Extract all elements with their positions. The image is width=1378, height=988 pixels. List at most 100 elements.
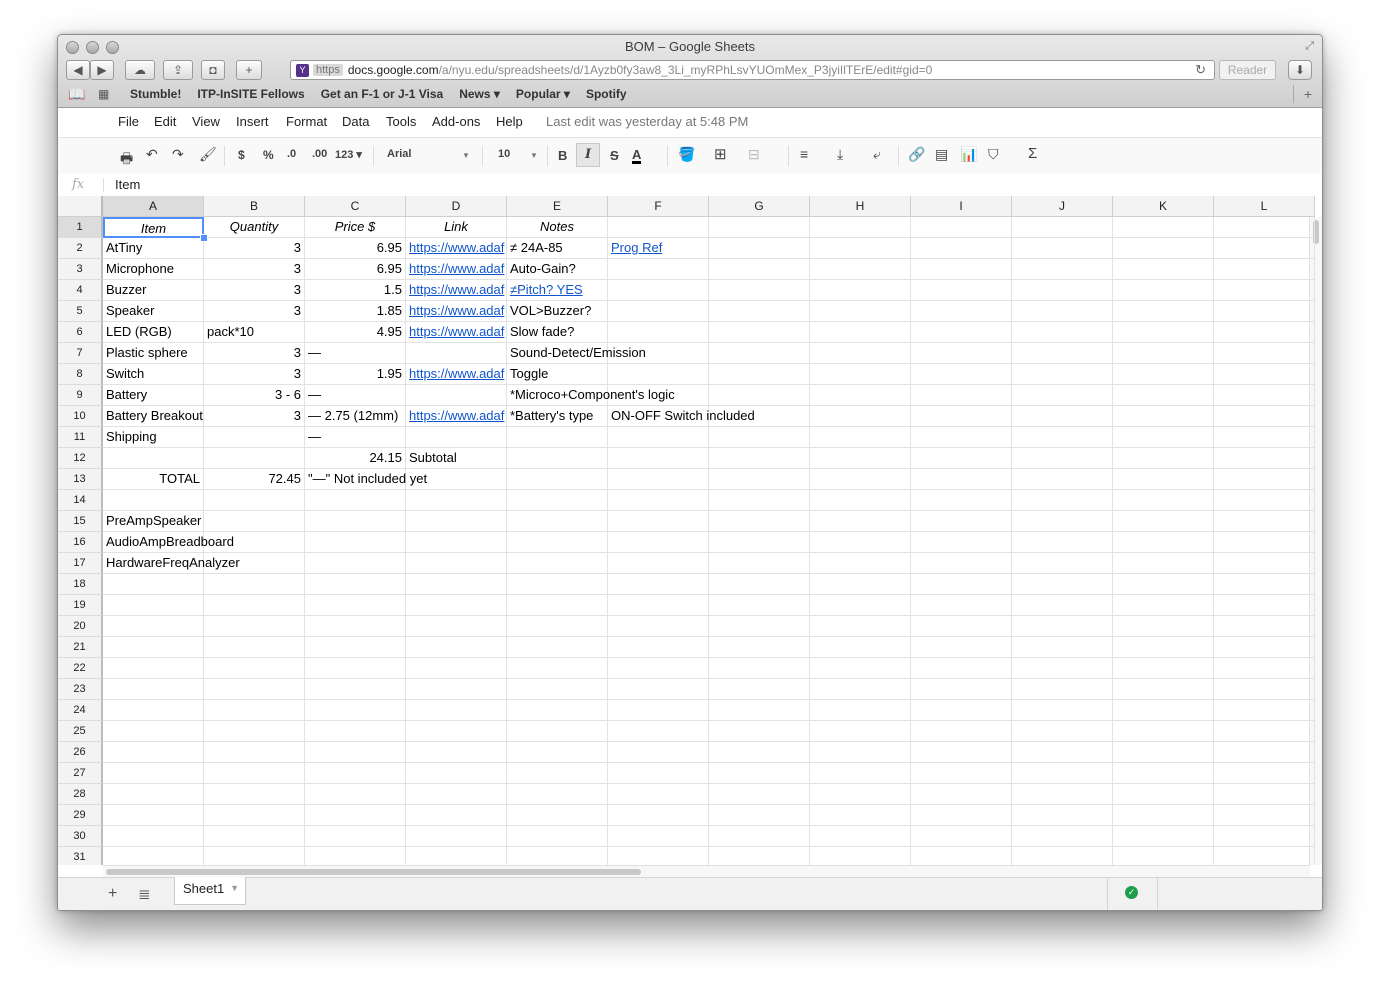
cell-g19[interactable]	[709, 595, 810, 616]
cell-d7[interactable]	[406, 343, 507, 364]
cell-c14[interactable]	[305, 490, 406, 511]
borders-icon[interactable]: ⊞	[714, 145, 727, 163]
cell-f28[interactable]	[608, 784, 709, 805]
row-header[interactable]: 21	[58, 637, 103, 658]
cell-a26[interactable]	[103, 742, 204, 763]
cell-e28[interactable]	[507, 784, 608, 805]
cell-a19[interactable]	[103, 595, 204, 616]
cell-a22[interactable]	[103, 658, 204, 679]
cell-b10[interactable]: 3	[204, 406, 305, 427]
cell-b27[interactable]	[204, 763, 305, 784]
cell-b31[interactable]	[204, 847, 305, 865]
row-header[interactable]: 3	[58, 259, 103, 280]
cell-h28[interactable]	[810, 784, 911, 805]
cell-l3[interactable]	[1214, 259, 1315, 280]
cell-a2[interactable]: AtTiny	[103, 238, 204, 259]
cell-e24[interactable]	[507, 700, 608, 721]
cell-j15[interactable]	[1012, 511, 1113, 532]
forward-button[interactable]: ▶	[90, 60, 114, 80]
add-tab-icon[interactable]: +	[1293, 85, 1322, 103]
cell-a27[interactable]	[103, 763, 204, 784]
cell-f29[interactable]	[608, 805, 709, 826]
cell-a1[interactable]: Item	[103, 217, 204, 238]
cell-l26[interactable]	[1214, 742, 1315, 763]
cell-c8[interactable]: 1.95	[305, 364, 406, 385]
cell-d24[interactable]	[406, 700, 507, 721]
menu-format[interactable]: Format	[286, 114, 327, 129]
cell-b22[interactable]	[204, 658, 305, 679]
redo-icon[interactable]: ↷	[172, 146, 184, 163]
cell-h13[interactable]	[810, 469, 911, 490]
cell-g1[interactable]	[709, 217, 810, 238]
cell-f17[interactable]	[608, 553, 709, 574]
share-button[interactable]: ⇪	[163, 60, 193, 80]
text-wrap-icon[interactable]: ⤶	[873, 146, 881, 163]
cell-l20[interactable]	[1214, 616, 1315, 637]
cell-d13[interactable]	[406, 469, 507, 490]
row-header[interactable]: 26	[58, 742, 103, 763]
cell-g2[interactable]	[709, 238, 810, 259]
cell-c26[interactable]	[305, 742, 406, 763]
cell-h2[interactable]	[810, 238, 911, 259]
cell-c22[interactable]	[305, 658, 406, 679]
paint-format-icon[interactable]: 🖌	[199, 146, 217, 163]
cell-b4[interactable]: 3	[204, 280, 305, 301]
cell-c29[interactable]	[305, 805, 406, 826]
cell-g24[interactable]	[709, 700, 810, 721]
cell-k9[interactable]	[1113, 385, 1214, 406]
cell-h21[interactable]	[810, 637, 911, 658]
insert-link-icon[interactable]: 🔗	[908, 146, 925, 163]
cell-h6[interactable]	[810, 322, 911, 343]
cell-e17[interactable]	[507, 553, 608, 574]
cell-a4[interactable]: Buzzer	[103, 280, 204, 301]
vertical-align-icon[interactable]: ⤓	[837, 146, 843, 163]
cell-d16[interactable]	[406, 532, 507, 553]
cell-k5[interactable]	[1113, 301, 1214, 322]
cell-c12[interactable]: 24.15	[305, 448, 406, 469]
cell-i21[interactable]	[911, 637, 1012, 658]
cell-j2[interactable]	[1012, 238, 1113, 259]
font-dropdown-caret-icon[interactable]: ▼	[462, 151, 470, 160]
cell-h27[interactable]	[810, 763, 911, 784]
cell-c6[interactable]: 4.95	[305, 322, 406, 343]
cell-i23[interactable]	[911, 679, 1012, 700]
cell-b9[interactable]: 3 - 6	[204, 385, 305, 406]
cell-d25[interactable]	[406, 721, 507, 742]
cell-c20[interactable]	[305, 616, 406, 637]
cell-k6[interactable]	[1113, 322, 1214, 343]
cell-g27[interactable]	[709, 763, 810, 784]
text-color-button[interactable]: A	[632, 148, 642, 164]
cell-i3[interactable]	[911, 259, 1012, 280]
cell-b1[interactable]: Quantity	[204, 217, 305, 238]
cell-j12[interactable]	[1012, 448, 1113, 469]
cell-g3[interactable]	[709, 259, 810, 280]
cell-f26[interactable]	[608, 742, 709, 763]
cell-k26[interactable]	[1113, 742, 1214, 763]
cell-d5[interactable]: https://www.adaf	[406, 301, 507, 322]
horizontal-align-icon[interactable]: ≡	[800, 146, 808, 162]
row-header[interactable]: 12	[58, 448, 103, 469]
cell-b3[interactable]: 3	[204, 259, 305, 280]
cell-k11[interactable]	[1113, 427, 1214, 448]
cell-c19[interactable]	[305, 595, 406, 616]
cell-h26[interactable]	[810, 742, 911, 763]
cell-k4[interactable]	[1113, 280, 1214, 301]
cell-a3[interactable]: Microphone	[103, 259, 204, 280]
cell-e13[interactable]	[507, 469, 608, 490]
cell-d23[interactable]	[406, 679, 507, 700]
cell-g28[interactable]	[709, 784, 810, 805]
cell-c15[interactable]	[305, 511, 406, 532]
cell-c2[interactable]: 6.95	[305, 238, 406, 259]
cell-c23[interactable]	[305, 679, 406, 700]
cell-j18[interactable]	[1012, 574, 1113, 595]
icloud-tabs-button[interactable]: ☁	[125, 60, 155, 80]
cell-f20[interactable]	[608, 616, 709, 637]
row-header[interactable]: 31	[58, 847, 103, 865]
row-header[interactable]: 28	[58, 784, 103, 805]
column-header[interactable]: H	[810, 196, 911, 217]
row-header[interactable]: 7	[58, 343, 103, 364]
decrease-decimal-button[interactable]: .0	[287, 148, 296, 160]
cell-j1[interactable]	[1012, 217, 1113, 238]
cell-e20[interactable]	[507, 616, 608, 637]
cell-f13[interactable]	[608, 469, 709, 490]
